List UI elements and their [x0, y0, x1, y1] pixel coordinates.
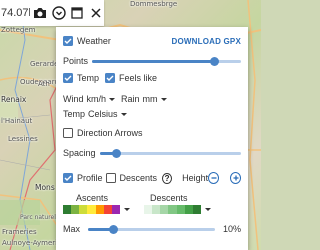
spacing-row: Spacing — [63, 148, 241, 158]
chevron-down-icon — [160, 97, 167, 101]
chevron-down-icon[interactable] — [205, 208, 211, 211]
descents-swatch — [184, 205, 193, 214]
max-row: Max 10% — [63, 224, 241, 234]
temp-unit-row: Temp Celsius — [63, 109, 241, 119]
descents-toggle-label: Descents — [119, 173, 158, 183]
palettes-row — [63, 205, 241, 214]
descents-swatch — [176, 205, 185, 214]
close-icon[interactable] — [87, 4, 104, 22]
ascents-swatch — [71, 205, 80, 214]
descents-checkbox[interactable] — [105, 173, 116, 183]
ascents-swatch — [103, 205, 112, 214]
descents-palette-select[interactable] — [144, 205, 201, 214]
download-circle-icon[interactable] — [50, 4, 67, 22]
profile-checkbox[interactable] — [63, 173, 73, 183]
descents-swatch — [152, 205, 161, 214]
spacing-slider-thumb[interactable] — [112, 148, 121, 158]
points-row: Points — [63, 56, 241, 66]
feels-like-checkbox[interactable] — [105, 73, 116, 83]
weather-row: Weather DOWNLOAD GPX — [63, 36, 241, 46]
feels-like-label: Feels like — [119, 73, 158, 83]
ascents-label: Ascents — [76, 193, 109, 203]
points-slider-fill — [92, 60, 215, 63]
weather-settings-panel: Weather DOWNLOAD GPX Points Temp Feels l… — [56, 27, 248, 250]
wind-unit-select[interactable]: km/h — [87, 94, 116, 104]
chevron-down-icon — [120, 112, 127, 116]
rain-unit-value: mm — [142, 94, 158, 104]
temp-unit-select[interactable]: Celsius — [88, 109, 127, 119]
profile-label: Profile — [77, 173, 103, 183]
descents-swatch — [160, 205, 169, 214]
descents-swatch — [168, 205, 177, 214]
temp-unit-value: Celsius — [88, 109, 118, 119]
direction-arrows-row: Direction Arrows — [63, 128, 241, 138]
spacing-slider[interactable] — [99, 148, 241, 158]
palette-labels-row: Ascents Descents — [63, 193, 241, 203]
minus-icon[interactable] — [208, 172, 220, 184]
max-value: 10% — [222, 224, 241, 234]
temp-checkbox[interactable] — [63, 73, 73, 83]
ascents-swatch — [95, 205, 104, 214]
distance-readout: 74.07km — [1, 7, 30, 19]
map-label-mons: Mons — [35, 183, 55, 192]
descents-swatch — [192, 205, 201, 214]
max-slider-thumb[interactable] — [108, 224, 118, 234]
ascents-swatch — [111, 205, 120, 214]
max-slider[interactable] — [88, 224, 215, 234]
descents-swatch — [144, 205, 153, 214]
temp-unit-label: Temp — [63, 109, 86, 119]
weather-checkbox[interactable] — [63, 36, 73, 46]
weather-label: Weather — [77, 36, 111, 46]
map-label-dommesbrge: Dommesbrge — [130, 0, 178, 8]
ascents-palette-select[interactable] — [63, 205, 120, 214]
map-label-zottegem: Zottegem — [1, 26, 36, 34]
spacing-label: Spacing — [63, 148, 96, 158]
camera-icon[interactable] — [32, 4, 49, 22]
map-label-frameries: Frameries — [2, 228, 37, 236]
rain-label: Rain — [121, 94, 140, 104]
map-label-ath: Ath — [38, 80, 50, 88]
temp-label: Temp — [77, 73, 100, 83]
profile-row: Profile Descents ? Height — [63, 172, 241, 184]
direction-arrows-label: Direction Arrows — [77, 128, 143, 138]
map-label-hainaut: l'Hainaut — [1, 117, 33, 125]
panel-icon[interactable] — [69, 4, 86, 22]
ascents-swatch — [87, 205, 96, 214]
chevron-down-icon — [109, 97, 116, 101]
map-label-lessines: Lessines — [8, 135, 38, 143]
ascents-swatch — [79, 205, 88, 214]
direction-arrows-checkbox[interactable] — [63, 128, 73, 138]
temp-row: Temp Feels like — [63, 73, 241, 83]
wind-label: Wind — [63, 94, 84, 104]
units-row: Wind km/h Rain mm — [63, 94, 241, 104]
chevron-down-icon[interactable] — [124, 208, 130, 211]
map-label-gerarde: Gerarde — [30, 60, 59, 68]
help-icon[interactable]: ? — [162, 172, 173, 184]
points-slider-thumb[interactable] — [209, 56, 219, 66]
map-label-renaix: Renaix — [1, 95, 27, 104]
wind-unit-value: km/h — [86, 94, 107, 104]
rain-unit-select[interactable]: mm — [143, 94, 167, 104]
points-label: Points — [63, 56, 89, 66]
plus-icon[interactable] — [230, 172, 241, 184]
ascents-swatch — [63, 205, 72, 214]
height-label: Height — [182, 173, 209, 183]
max-label: Max — [63, 224, 81, 234]
download-gpx-button[interactable]: DOWNLOAD GPX — [171, 37, 241, 46]
descents-label: Descents — [150, 193, 188, 203]
points-slider[interactable] — [92, 56, 241, 66]
route-toolbar: 74.07km — [0, 0, 104, 26]
